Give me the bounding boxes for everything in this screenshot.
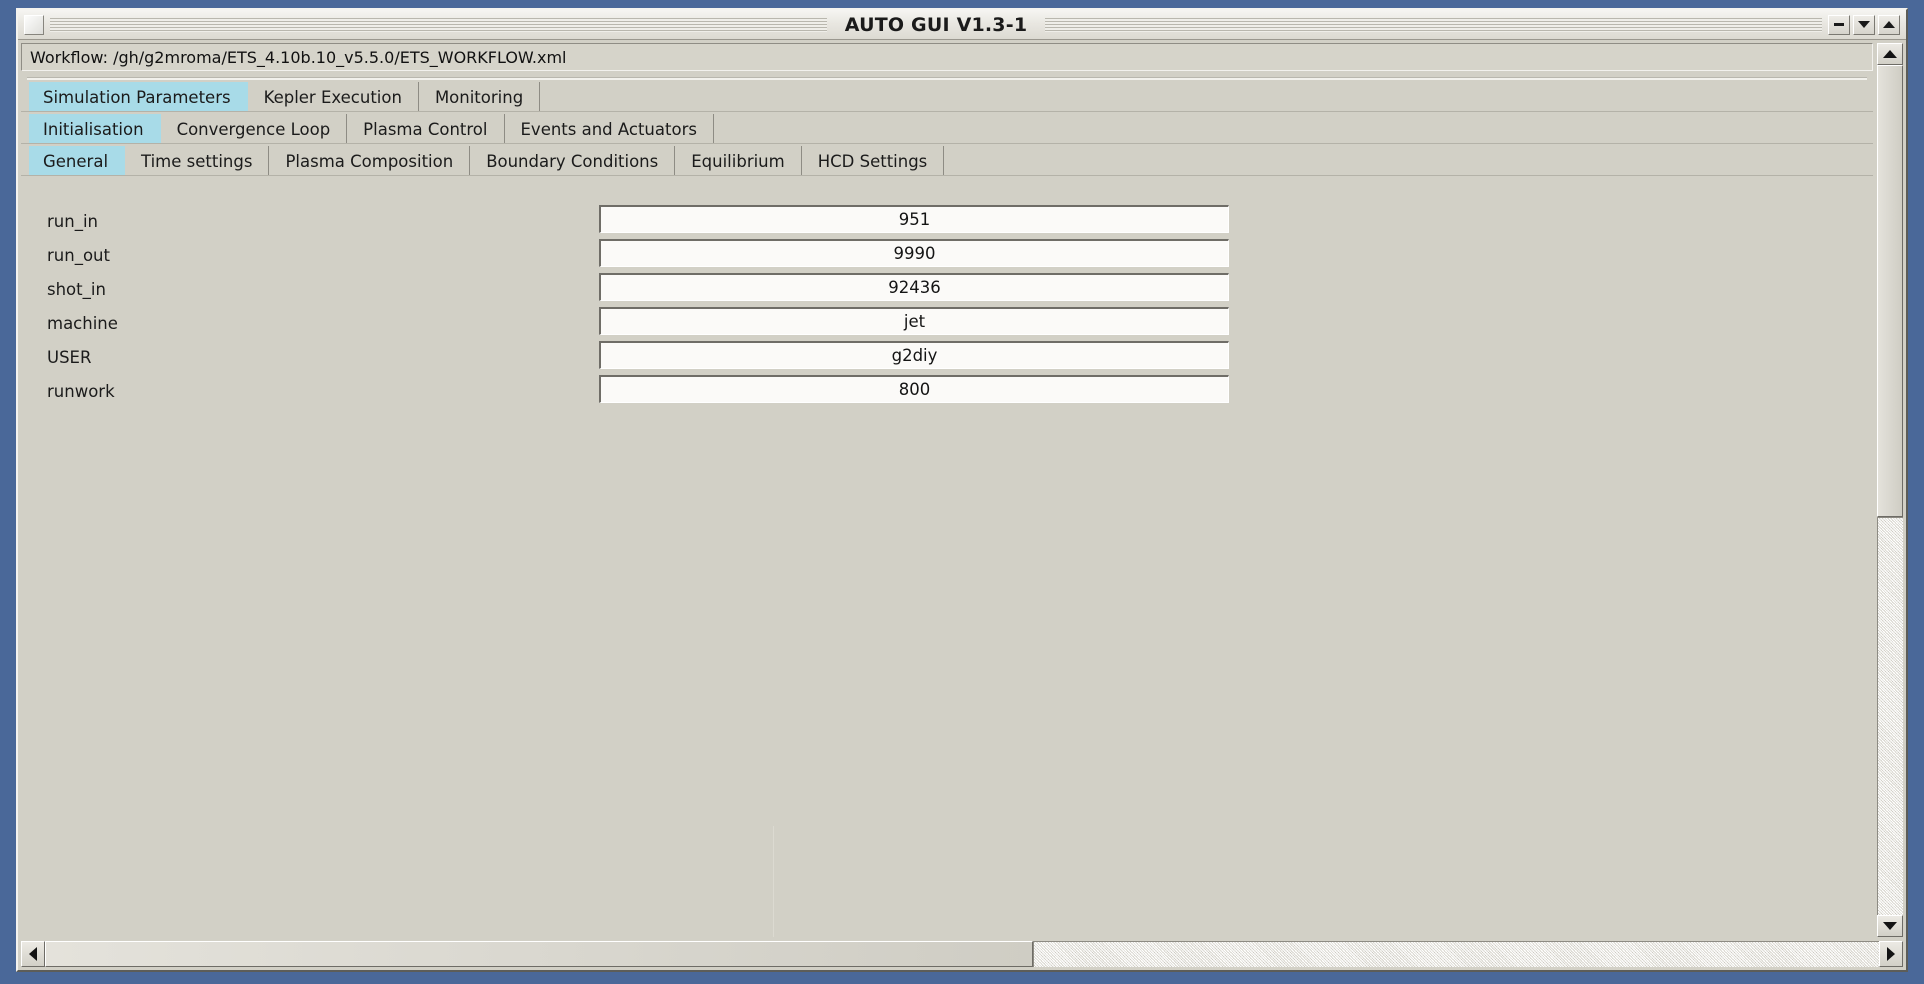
parameter-field-cell: 9990 [599, 238, 1229, 272]
window-body: Workflow: /gh/g2mroma/ETS_4.10b.10_v5.5.… [18, 40, 1906, 970]
vertical-scroll-track[interactable] [1877, 517, 1903, 915]
tab-level3-general[interactable]: General [29, 146, 126, 176]
tab-level1-kepler-execution[interactable]: Kepler Execution [248, 82, 419, 112]
tab-label: Events and Actuators [520, 119, 697, 139]
horizontal-scroll-track[interactable] [1033, 941, 1879, 967]
parameter-field-cell: 800 [599, 374, 1229, 408]
title-stripes-right [1045, 17, 1823, 32]
parameter-field-cell: jet [599, 306, 1229, 340]
tab-row-level-2: Initialisation Convergence Loop Plasma Con… [21, 112, 1873, 144]
parameter-row: machine jet [43, 306, 1229, 340]
workflow-path-bar[interactable]: Workflow: /gh/g2mroma/ETS_4.10b.10_v5.5.… [21, 43, 1873, 71]
main-tab-pane: Simulation Parameters Kepler Execution Mon… [21, 77, 1873, 937]
parameter-label-run_in: run_in [47, 211, 98, 231]
horizontal-scrollbar[interactable] [21, 941, 1903, 967]
parameter-field-cell: 92436 [599, 272, 1229, 306]
window-title: AUTO GUI V1.3-1 [844, 13, 1028, 36]
content-column: Workflow: /gh/g2mroma/ETS_4.10b.10_v5.5.… [21, 43, 1873, 937]
parameter-row: run_in 951 [43, 204, 1229, 238]
maximize-button[interactable] [1878, 14, 1901, 35]
parameter-row: run_out 9990 [43, 238, 1229, 272]
title-stripes-left [50, 17, 827, 32]
scroll-right-button[interactable] [1879, 941, 1903, 967]
parameter-label-shot_in: shot_in [47, 279, 106, 299]
application-window: AUTO GUI V1.3-1 Workflow: /gh/g2mroma/ET… [16, 8, 1908, 972]
horizontal-scroll-thumb[interactable] [45, 941, 1033, 967]
parameter-field-cell: 951 [599, 204, 1229, 238]
tab-level3-equilibrium[interactable]: Equilibrium [675, 146, 802, 176]
tab-level3-hcd-settings[interactable]: HCD Settings [802, 146, 945, 176]
tab-level1-simulation-parameters[interactable]: Simulation Parameters [29, 82, 248, 112]
parameter-label-run_out: run_out [47, 245, 110, 265]
parameter-label-machine: machine [47, 313, 118, 333]
parameter-field-cell: g2diy [599, 340, 1229, 374]
tab-level1-monitoring[interactable]: Monitoring [419, 82, 541, 112]
vertical-scroll-thumb[interactable] [1877, 65, 1903, 517]
tab-label: Monitoring [434, 87, 524, 107]
chevron-down-icon [1858, 21, 1871, 28]
tab-level2-events-and-actuators[interactable]: Events and Actuators [505, 114, 714, 144]
arrow-right-icon [1887, 947, 1895, 961]
restore-down-button[interactable] [1853, 14, 1876, 35]
tab-label: General [43, 151, 109, 171]
tab-label: Boundary Conditions [486, 151, 659, 171]
tab-row-level-1: Simulation Parameters Kepler Execution Mon… [21, 80, 1873, 112]
input-run_out[interactable]: 9990 [599, 239, 1229, 267]
system-menu-icon[interactable] [24, 14, 44, 35]
tab-row-level-3: General Time settings Plasma Composition Bo… [21, 144, 1873, 176]
scroll-up-button[interactable] [1877, 43, 1903, 65]
window-button-group [1828, 14, 1901, 35]
tab-level2-plasma-control[interactable]: Plasma Control [347, 114, 505, 144]
tab-label: Kepler Execution [263, 87, 402, 107]
tab-level2-initialisation[interactable]: Initialisation [29, 114, 161, 144]
tab-label: Initialisation [43, 119, 144, 139]
tab-label: Simulation Parameters [43, 87, 231, 107]
tab-label: Convergence Loop [176, 119, 331, 139]
render-artifact-line-1 [773, 826, 774, 937]
tab-level3-time-settings[interactable]: Time settings [125, 146, 270, 176]
parameter-row: runwork 800 [43, 374, 1229, 408]
tab-level3-plasma-composition[interactable]: Plasma Composition [269, 146, 471, 176]
parameter-row: shot_in 92436 [43, 272, 1229, 306]
arrow-left-icon [29, 947, 37, 961]
vertical-scrollbar[interactable] [1877, 43, 1903, 937]
chevron-up-icon [1883, 21, 1896, 28]
parameter-label-runwork: runwork [47, 381, 115, 401]
desktop-background: AUTO GUI V1.3-1 Workflow: /gh/g2mroma/ET… [0, 0, 1924, 984]
minimize-button[interactable] [1828, 14, 1851, 35]
arrow-up-icon [1883, 50, 1897, 58]
tab-label: HCD Settings [817, 151, 928, 171]
tab-label: Plasma Composition [285, 151, 454, 171]
input-user[interactable]: g2diy [599, 341, 1229, 369]
workflow-path-label: Workflow: /gh/g2mroma/ETS_4.10b.10_v5.5.… [30, 47, 567, 67]
tab-label: Plasma Control [363, 119, 488, 139]
parameter-label-user: USER [47, 347, 92, 367]
scroll-left-button[interactable] [21, 941, 45, 967]
input-run_in[interactable]: 951 [599, 205, 1229, 233]
input-machine[interactable]: jet [599, 307, 1229, 335]
general-settings-form: run_in 951 run_out 9990 shot_in 92436 machine j… [21, 176, 1873, 937]
minimize-icon [1834, 23, 1845, 26]
parameter-table: run_in 951 run_out 9990 shot_in 92436 machine j… [43, 204, 1229, 408]
parameter-table-body: run_in 951 run_out 9990 shot_in 92436 machine j… [43, 204, 1229, 408]
window-title-bar[interactable]: AUTO GUI V1.3-1 [18, 10, 1906, 40]
input-shot_in[interactable]: 92436 [599, 273, 1229, 301]
scroll-down-button[interactable] [1877, 915, 1903, 937]
tab-label: Time settings [141, 151, 253, 171]
input-runwork[interactable]: 800 [599, 375, 1229, 403]
arrow-down-icon [1883, 922, 1897, 930]
content-row: Workflow: /gh/g2mroma/ETS_4.10b.10_v5.5.… [21, 43, 1903, 937]
tab-level3-boundary-conditions[interactable]: Boundary Conditions [470, 146, 676, 176]
tab-level2-convergence-loop[interactable]: Convergence Loop [161, 114, 348, 144]
parameter-row: USER g2diy [43, 340, 1229, 374]
tab-label: Equilibrium [691, 151, 785, 171]
